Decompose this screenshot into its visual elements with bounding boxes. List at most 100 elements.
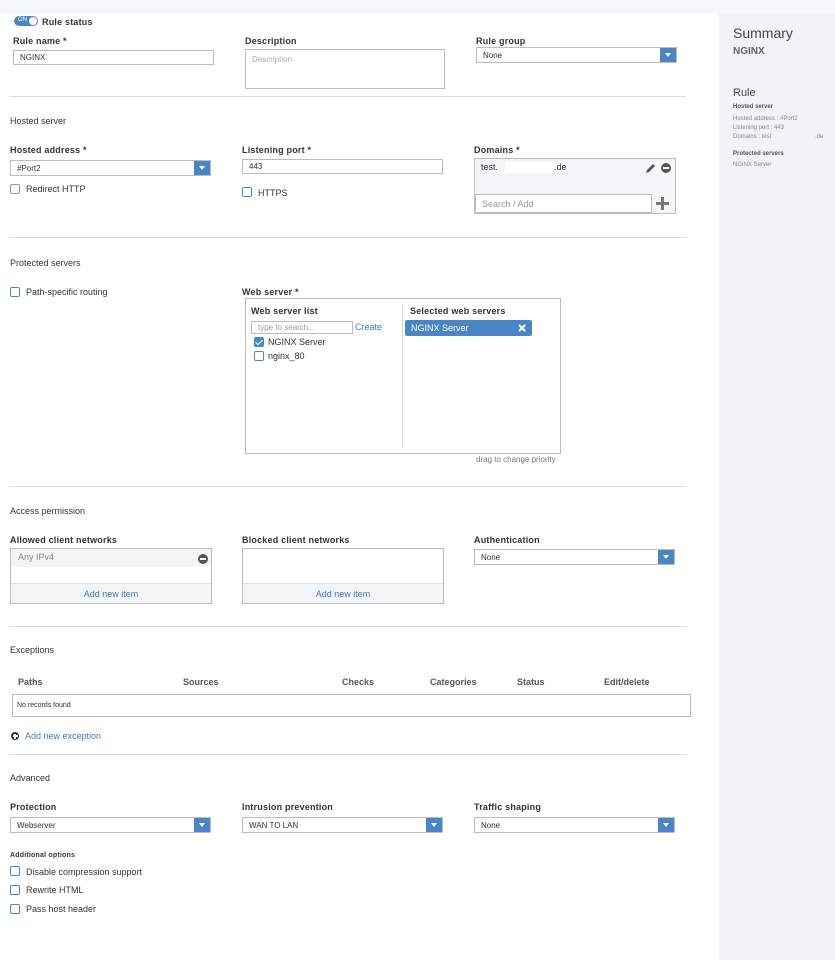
top-strip xyxy=(0,0,835,14)
hosted-address-value: #Port2 xyxy=(17,163,41,173)
divider xyxy=(9,96,686,97)
summary-hosted-address: Hosted address : #Port2 xyxy=(733,116,798,122)
server-name: nginx_80 xyxy=(268,351,305,361)
selected-servers-header: Selected web servers xyxy=(410,306,506,316)
remove-domain-icon[interactable] xyxy=(661,163,671,173)
add-new-item-link[interactable]: Add new item xyxy=(316,589,371,599)
selected-server-chip[interactable]: NGINX Server xyxy=(405,320,532,336)
advanced-title: Advanced xyxy=(10,773,51,783)
rule-name-label: Rule name * xyxy=(13,36,67,46)
redirect-http-checkbox[interactable] xyxy=(10,184,20,194)
authentication-label: Authentication xyxy=(474,535,540,545)
intrusion-prevention-label: Intrusion prevention xyxy=(242,802,334,812)
chevron-down-icon[interactable] xyxy=(194,818,210,832)
web-server-picker: Web server list type to search... Create… xyxy=(245,298,561,454)
server-name: NGINX Server xyxy=(268,337,326,347)
https-checkbox[interactable] xyxy=(242,187,252,197)
divider xyxy=(9,486,686,487)
domain-suffix: .de xyxy=(554,162,567,172)
create-link[interactable]: Create xyxy=(355,322,382,332)
path-routing-checkbox[interactable] xyxy=(10,287,20,297)
blocked-networks-label: Blocked client networks xyxy=(242,535,350,545)
divider xyxy=(9,626,686,627)
add-item-bar[interactable]: Add new item xyxy=(11,583,211,603)
pencil-icon[interactable] xyxy=(645,163,656,174)
remove-network-icon[interactable] xyxy=(198,554,208,564)
listening-port-input[interactable]: 443 xyxy=(242,159,443,174)
protected-servers-title: Protected servers xyxy=(10,258,81,268)
allowed-networks-label: Allowed client networks xyxy=(10,535,118,545)
allowed-networks-box: Any IPv4 Add new item xyxy=(10,548,212,604)
add-circle-icon[interactable] xyxy=(11,732,19,740)
exceptions-title: Exceptions xyxy=(10,645,55,655)
description-textarea[interactable]: Description xyxy=(245,49,445,89)
description-label: Description xyxy=(245,36,297,46)
toggle-knob xyxy=(29,17,37,25)
domain-prefix: test. xyxy=(481,162,499,172)
chevron-down-icon[interactable] xyxy=(426,818,442,832)
plus-icon[interactable] xyxy=(656,197,669,210)
rule-name-input[interactable]: NGINX xyxy=(13,50,214,65)
option-label: Rewrite HTML xyxy=(26,885,84,895)
divider xyxy=(9,237,686,238)
protection-label: Protection xyxy=(10,802,57,812)
selected-server-name: NGINX Server xyxy=(411,323,469,333)
network-item-label: Any IPv4 xyxy=(18,552,55,562)
rule-form: ON Rule status Rule name * NGINX Descrip… xyxy=(0,14,718,960)
traffic-shaping-select[interactable]: None xyxy=(474,817,675,833)
chevron-down-icon[interactable] xyxy=(658,550,674,564)
column-header: Edit/delete xyxy=(604,677,650,687)
hosted-address-select[interactable]: #Port2 xyxy=(10,160,211,176)
rule-status-label: Rule status xyxy=(42,17,93,27)
close-icon[interactable] xyxy=(518,324,526,332)
column-header: Status xyxy=(517,677,545,687)
summary-title: Summary xyxy=(733,25,793,41)
add-new-item-link[interactable]: Add new item xyxy=(84,589,139,599)
chevron-down-icon[interactable] xyxy=(660,48,676,62)
pass-host-header-checkbox[interactable] xyxy=(10,904,20,914)
description-placeholder: Description xyxy=(252,55,293,64)
chevron-down-icon[interactable] xyxy=(658,818,674,832)
protection-select[interactable]: Webserver xyxy=(10,817,211,833)
column-header: Categories xyxy=(430,677,477,687)
drag-priority-hint: drag to change priority xyxy=(476,455,556,464)
web-server-search-input[interactable]: type to search... xyxy=(251,321,353,334)
domains-search-input[interactable]: Search / Add xyxy=(475,194,652,213)
domain-item: test. .de xyxy=(475,159,675,177)
authentication-select[interactable]: None xyxy=(474,549,675,565)
summary-hosted-heading: Hosted server xyxy=(733,104,774,110)
listening-port-label: Listening port * xyxy=(242,145,312,155)
redirect-http-label: Redirect HTTP xyxy=(26,184,86,194)
add-exception-link[interactable]: Add new exception xyxy=(25,731,101,741)
rule-group-label: Rule group xyxy=(476,36,526,46)
column-header: Sources xyxy=(183,677,219,687)
add-item-bar[interactable]: Add new item xyxy=(243,583,443,603)
column-header: Checks xyxy=(342,677,375,687)
chevron-down-icon[interactable] xyxy=(194,161,210,175)
hosted-address-label: Hosted address * xyxy=(10,145,87,155)
web-server-search-placeholder: type to search... xyxy=(258,323,315,332)
divider xyxy=(9,754,686,755)
web-server-list-header: Web server list xyxy=(251,306,318,316)
server-checkbox-nginx[interactable] xyxy=(254,337,264,347)
rewrite-html-checkbox[interactable] xyxy=(10,885,20,895)
traffic-shaping-value: None xyxy=(481,820,501,830)
network-item: Any IPv4 xyxy=(11,549,211,567)
access-permission-title: Access permission xyxy=(10,506,86,516)
web-server-label: Web server * xyxy=(242,287,299,297)
domains-label: Domains * xyxy=(474,145,520,155)
domains-box: test. .de Search / Add xyxy=(474,158,676,214)
intrusion-prevention-select[interactable]: WAN TO LAN xyxy=(242,817,443,833)
redacted-block xyxy=(505,162,553,173)
option-label: Pass host header xyxy=(26,904,97,914)
rule-status-toggle[interactable]: ON xyxy=(14,16,38,26)
rule-group-select[interactable]: None xyxy=(476,47,677,63)
summary-domains-suffix: .de xyxy=(815,134,824,140)
toggle-on-text: ON xyxy=(18,17,27,23)
intrusion-prevention-value: WAN TO LAN xyxy=(249,820,299,830)
protection-value: Webserver xyxy=(17,820,56,830)
summary-domains: Domains : test xyxy=(733,134,772,140)
rule-group-value: None xyxy=(483,50,503,60)
server-checkbox-nginx-80[interactable] xyxy=(254,351,264,361)
disable-compression-checkbox[interactable] xyxy=(10,866,20,876)
